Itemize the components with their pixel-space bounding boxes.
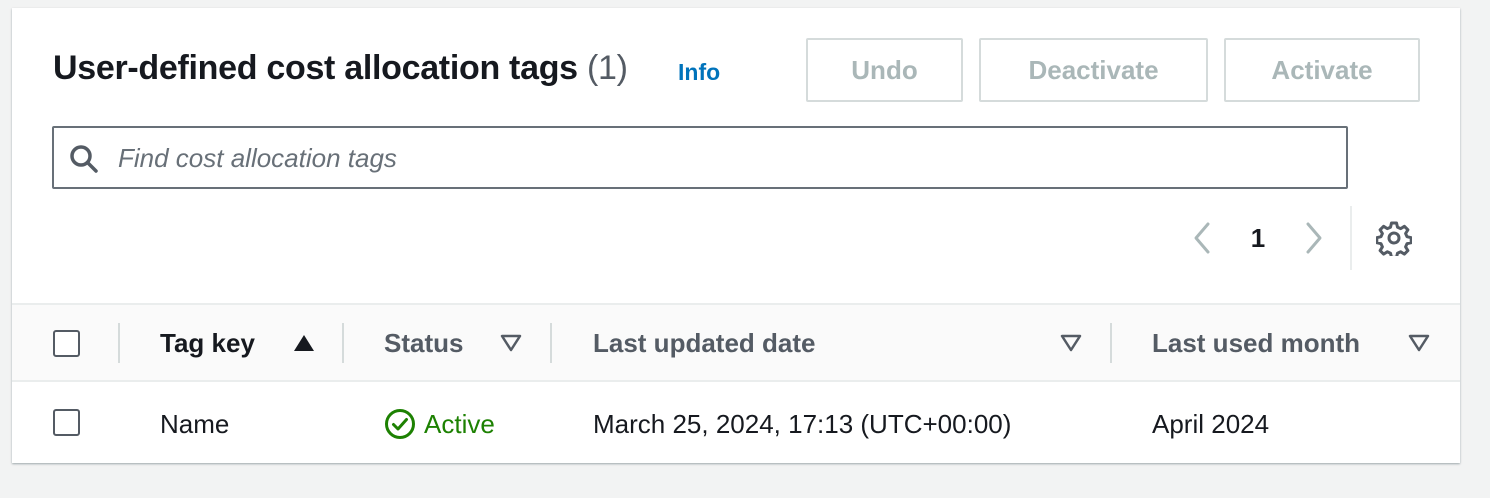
column-header-status[interactable]: Status xyxy=(384,327,463,359)
search-box xyxy=(52,126,1348,189)
column-divider[interactable] xyxy=(550,323,552,363)
column-header-last-updated[interactable]: Last updated date xyxy=(593,327,815,359)
sort-ascending-icon[interactable] xyxy=(293,333,315,353)
column-header-tag-key[interactable]: Tag key xyxy=(160,327,255,359)
info-link[interactable]: Info xyxy=(678,58,720,86)
status-badge: Active xyxy=(384,408,495,440)
panel-header: User-defined cost allocation tags (1) In… xyxy=(12,8,1460,303)
search-input[interactable] xyxy=(118,136,1328,180)
search-icon xyxy=(70,145,98,173)
column-header-last-used[interactable]: Last used month xyxy=(1152,327,1360,359)
select-all-checkbox[interactable] xyxy=(53,330,80,357)
gear-icon[interactable] xyxy=(1376,220,1412,256)
cell-tag-key: Name xyxy=(160,409,230,439)
undo-button[interactable]: Undo xyxy=(806,38,963,102)
title-text: User-defined cost allocation tags xyxy=(53,49,578,87)
pager-divider xyxy=(1350,206,1352,270)
status-text: Active xyxy=(424,409,495,439)
column-divider[interactable] xyxy=(118,323,120,363)
column-divider[interactable] xyxy=(1110,323,1112,363)
deactivate-button[interactable]: Deactivate xyxy=(979,38,1208,102)
page-title: User-defined cost allocation tags (1) xyxy=(53,48,628,88)
table-row[interactable]: Name Active March 25, 2024, 17:13 (UTC+0… xyxy=(12,382,1460,463)
sort-icon[interactable] xyxy=(500,333,522,353)
cell-last-used: April 2024 xyxy=(1152,409,1270,439)
chevron-right-icon[interactable] xyxy=(1300,218,1328,258)
sort-icon[interactable] xyxy=(1060,333,1082,353)
check-circle-icon xyxy=(385,409,415,439)
column-divider[interactable] xyxy=(342,323,344,363)
chevron-left-icon[interactable] xyxy=(1188,218,1216,258)
sort-icon[interactable] xyxy=(1408,333,1430,353)
table-header: Tag key Status Last updated date Last us… xyxy=(12,303,1460,382)
row-checkbox[interactable] xyxy=(53,409,80,436)
tag-count: (1) xyxy=(586,49,628,87)
cost-allocation-tags-panel: User-defined cost allocation tags (1) In… xyxy=(12,8,1460,463)
current-page-number[interactable]: 1 xyxy=(1238,222,1278,254)
cell-last-updated: March 25, 2024, 17:13 (UTC+00:00) xyxy=(593,409,1012,439)
activate-button[interactable]: Activate xyxy=(1224,38,1420,102)
